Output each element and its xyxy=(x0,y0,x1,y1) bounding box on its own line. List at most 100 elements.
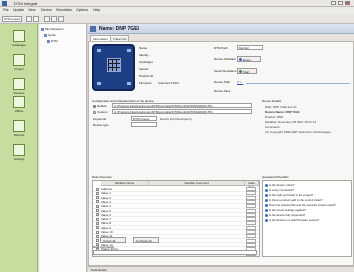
close-button[interactable] xyxy=(345,1,350,5)
back-icon[interactable] xyxy=(26,16,32,22)
device-screen xyxy=(107,58,121,72)
page-title: Name: DNP 7GEI xyxy=(99,26,139,32)
custom-path-field[interactable]: C:\Program Files\Hydrocom\DTM\controller… xyxy=(112,109,252,114)
menu-help[interactable]: Help xyxy=(93,8,100,12)
question-icon xyxy=(265,203,268,207)
comments-field[interactable] xyxy=(93,250,257,255)
row-checkbox[interactable] xyxy=(96,204,99,208)
device-software-label: Device Software xyxy=(214,57,236,61)
row-checkbox[interactable] xyxy=(96,239,99,243)
question-item[interactable]: Is a key connected? xyxy=(265,188,294,192)
prop-productid-label: Product ID xyxy=(139,74,154,78)
device-image xyxy=(92,44,135,91)
menu-update[interactable]: Update xyxy=(13,8,24,12)
menu-options[interactable]: Options xyxy=(76,8,88,12)
row-checkbox[interactable] xyxy=(96,226,99,230)
nav-project[interactable]: Project xyxy=(4,54,34,74)
device-path-link[interactable]: C:\... xyxy=(237,80,243,84)
default-path-field[interactable]: C:\Program Files\Hydrocom\DTM\controller… xyxy=(112,103,252,108)
question-icon xyxy=(265,218,268,222)
nav-label: Catalogue xyxy=(12,43,26,47)
prop-identity-label: Identity xyxy=(139,53,149,57)
question-icon xyxy=(265,188,268,192)
question-text: Is a key connected? xyxy=(269,188,294,192)
default-radio[interactable] xyxy=(93,105,96,108)
column-header[interactable]: Variable Comment xyxy=(149,181,245,186)
minimize-button[interactable] xyxy=(331,1,336,5)
search-icon[interactable] xyxy=(51,16,57,22)
question-item[interactable]: Is all correct settings applied? xyxy=(265,208,306,212)
question-item[interactable]: Does the selected file and the selected … xyxy=(265,203,336,207)
check-all-button[interactable]: Check all xyxy=(100,237,126,243)
toolbar: DTM project xyxy=(0,14,354,24)
prop-firmware-label: Firmware xyxy=(139,81,152,85)
tree-item[interactable]: DTM xyxy=(47,39,58,44)
row-checkbox[interactable] xyxy=(96,191,99,195)
column-header[interactable]: Data Type xyxy=(245,181,259,189)
reset-icon xyxy=(239,58,242,61)
menu-simulation[interactable]: Simulation xyxy=(56,8,72,12)
prop-vendor-label: Vendor xyxy=(139,67,149,71)
menu-bar: File Update View Device Simulation Optio… xyxy=(0,7,354,14)
nav-label: Offline xyxy=(14,109,24,113)
row-checkbox[interactable] xyxy=(96,200,99,204)
nav-settings[interactable]: Settings xyxy=(4,144,34,164)
dtm-path-label: DTM Path xyxy=(214,46,228,50)
device-icon xyxy=(90,26,96,32)
custom-radio[interactable] xyxy=(93,111,96,114)
row-checkbox[interactable] xyxy=(96,230,99,234)
nav-offline[interactable]: Offline xyxy=(4,96,34,116)
device-icon xyxy=(44,33,47,37)
question-text: Is all correct settings applied? xyxy=(269,208,306,212)
menu-device[interactable]: Device xyxy=(41,8,52,12)
details-line: Path: DNP 7GEI Item D xyxy=(265,105,297,109)
maximize-button[interactable] xyxy=(338,1,343,5)
column-header[interactable]: Variable Name xyxy=(101,181,149,186)
start-button[interactable]: Start xyxy=(237,68,257,74)
menu-file[interactable]: File xyxy=(3,8,9,12)
question-item[interactable]: Is the device online? xyxy=(265,183,295,187)
uncheck-all-button[interactable]: Uncheck all xyxy=(133,237,159,243)
keywords-field[interactable]: DTM project xyxy=(131,116,157,121)
reset-label: Reset xyxy=(243,58,251,62)
row-checkbox[interactable] xyxy=(96,209,99,212)
dtm-path-combo[interactable]: Monitor xyxy=(237,45,263,50)
question-item[interactable]: Is the right port listed in the project? xyxy=(265,193,313,197)
reset-button[interactable]: Reset xyxy=(237,56,261,62)
project-icon xyxy=(13,54,25,66)
settings-icon[interactable] xyxy=(58,16,64,22)
device-type-field[interactable] xyxy=(131,122,157,127)
row-checkbox[interactable] xyxy=(96,187,99,191)
row-checkbox[interactable] xyxy=(96,234,99,238)
row-checkbox[interactable] xyxy=(96,196,99,200)
question-item[interactable]: Is the device fully supported? xyxy=(265,213,305,217)
questions-title: Questions/Checklist xyxy=(262,175,289,179)
dtm-icon xyxy=(47,39,50,43)
tree-item[interactable]: Gerät xyxy=(44,33,56,38)
project-combo[interactable]: DTM project xyxy=(2,16,22,22)
question-text: Is there a correct path to the control f… xyxy=(269,198,323,202)
nav-label: Reports xyxy=(13,133,25,137)
menu-view[interactable]: View xyxy=(28,8,36,12)
nav-catalogue[interactable]: Catalogue xyxy=(4,30,34,50)
row-checkbox[interactable] xyxy=(96,213,99,217)
devices-icon xyxy=(13,78,25,90)
prop-firmware-value: Standard FNDA xyxy=(158,81,180,85)
question-text: Is the device online? xyxy=(269,183,295,187)
question-item[interactable]: Is the device in a valid firmware versio… xyxy=(265,218,319,222)
tree-label: Gerät xyxy=(48,33,56,37)
refresh-icon[interactable] xyxy=(44,16,50,22)
forward-icon[interactable] xyxy=(33,16,39,22)
nav-devices[interactable]: Devices xyxy=(4,78,34,98)
details-title: Device Details xyxy=(262,99,282,103)
nav-reports[interactable]: Reports xyxy=(4,120,34,140)
question-item[interactable]: Is there a correct path to the control f… xyxy=(265,198,322,202)
row-checkbox[interactable] xyxy=(96,217,99,221)
prop-cartridges-label: Cartridges xyxy=(139,60,153,64)
question-text: Is the device in a valid firmware versio… xyxy=(269,218,320,222)
nav-label: Settings xyxy=(13,157,25,161)
row-checkbox[interactable] xyxy=(96,221,99,225)
question-icon xyxy=(265,193,268,197)
tree-item[interactable]: Mit-Verkaufen xyxy=(41,27,64,32)
port-icon xyxy=(97,82,101,85)
